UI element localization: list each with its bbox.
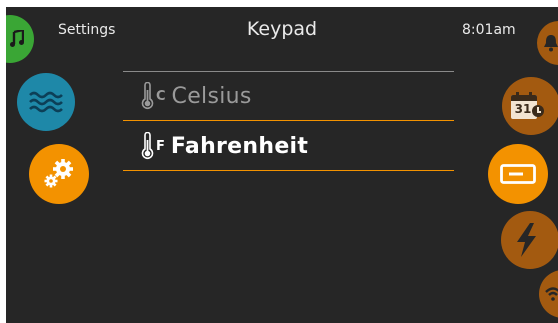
- top-divider: [123, 71, 454, 72]
- keypad-display-icon: [500, 164, 536, 184]
- option-celsius[interactable]: C Celsius: [141, 82, 252, 110]
- thermometer-fahrenheit-icon: F: [141, 132, 165, 160]
- fahrenheit-unit-letter: F: [156, 139, 165, 154]
- thermometer-celsius-icon: C: [141, 82, 166, 110]
- wifi-button[interactable]: [539, 270, 558, 318]
- water-waves-icon: [28, 91, 64, 113]
- keypad-button[interactable]: [488, 144, 548, 204]
- fahrenheit-label: Fahrenheit: [170, 133, 309, 159]
- option-divider: [123, 120, 454, 121]
- music-icon: [10, 30, 24, 48]
- screen: Settings Keypad 8:01am C Celsius F Fahre…: [6, 7, 558, 323]
- calendar-button[interactable]: 31: [502, 77, 558, 135]
- lightning-icon: [514, 223, 538, 257]
- celsius-label: Celsius: [171, 83, 252, 109]
- power-button[interactable]: [501, 211, 558, 269]
- water-button[interactable]: [17, 73, 75, 131]
- calendar-day: 31: [514, 102, 532, 116]
- gears-icon: [42, 157, 76, 191]
- bottom-divider: [123, 170, 454, 171]
- bell-icon: [543, 34, 558, 52]
- celsius-unit-letter: C: [156, 89, 166, 104]
- settings-button[interactable]: [29, 144, 89, 204]
- calendar-clock-icon: 31: [511, 92, 545, 120]
- wifi-icon: [545, 287, 558, 301]
- header-time: 8:01am: [462, 22, 516, 38]
- option-fahrenheit[interactable]: F Fahrenheit: [141, 132, 308, 160]
